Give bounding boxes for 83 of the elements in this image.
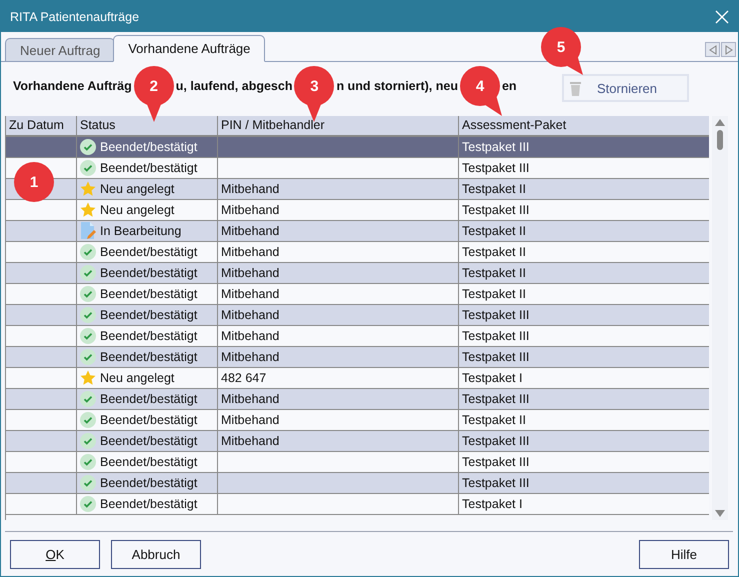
- column-header[interactable]: Zu Datum: [6, 116, 77, 137]
- status-text: Beendet/bestätigt: [100, 412, 198, 429]
- description-text: Vorhandene Aufträg: [13, 79, 132, 93]
- table-cell: Testpaket II: [459, 179, 709, 200]
- table-cell: Mitbehand: [218, 410, 459, 431]
- check-icon: [80, 391, 96, 407]
- dialog-button[interactable]: OK: [10, 540, 100, 568]
- help-button[interactable]: Hilfe: [639, 540, 729, 568]
- status-text: Beendet/bestätigt: [100, 139, 198, 156]
- dialog-button[interactable]: Abbruch: [111, 540, 201, 568]
- star-icon: [80, 181, 96, 197]
- status-text: Neu angelegt: [100, 181, 174, 198]
- column-header[interactable]: Assessment-Paket: [459, 116, 709, 137]
- scrollbar[interactable]: [712, 116, 728, 520]
- scroll-right-button[interactable]: [721, 42, 736, 57]
- description-text: u, laufend, abgesch: [176, 79, 292, 93]
- close-button[interactable]: [714, 8, 730, 24]
- table-cell: Testpaket II: [459, 221, 709, 242]
- scroll-left-button[interactable]: [705, 42, 720, 57]
- down-arrow-icon: [715, 510, 725, 517]
- tab[interactable]: Vorhandene Aufträge: [113, 35, 266, 62]
- table-cell: Testpaket III: [459, 389, 709, 410]
- check-icon: [80, 139, 96, 155]
- description-text: en: [502, 79, 517, 93]
- star-icon: [80, 370, 96, 386]
- star-icon: [80, 202, 96, 218]
- table-cell: Mitbehand: [218, 389, 459, 410]
- status-text: Beendet/bestätigt: [100, 349, 198, 366]
- table-cell: Mitbehand: [218, 200, 459, 221]
- table-cell: Mitbehand: [218, 242, 459, 263]
- status-text: Beendet/bestätigt: [100, 307, 198, 324]
- status-text: Beendet/bestätigt: [100, 160, 198, 177]
- check-icon: [80, 328, 96, 344]
- check-icon: [80, 265, 96, 281]
- up-arrow-icon: [715, 119, 725, 126]
- status-text: Beendet/bestätigt: [100, 328, 198, 345]
- right-arrow-icon: [724, 44, 732, 54]
- status-text: Beendet/bestätigt: [100, 496, 198, 513]
- status-text: In Bearbeitung: [100, 223, 182, 240]
- table-cell: Mitbehand: [218, 263, 459, 284]
- trash-icon: [570, 80, 581, 96]
- status-text: Neu angelegt: [100, 202, 174, 219]
- left-arrow-icon: [708, 44, 716, 54]
- description-text: n und storniert), neu: [336, 79, 458, 93]
- table-cell: Testpaket III: [459, 305, 709, 326]
- check-icon: [80, 496, 96, 512]
- check-icon: [80, 307, 96, 323]
- status-text: Beendet/bestätigt: [100, 433, 198, 450]
- status-text: Beendet/bestätigt: [100, 454, 198, 471]
- check-icon: [80, 244, 96, 260]
- table-cell: Testpaket III: [459, 137, 709, 158]
- status-text: Beendet/bestätigt: [100, 286, 198, 303]
- table-cell: 482 647: [218, 368, 459, 389]
- table-cell: Testpaket III: [459, 431, 709, 452]
- table-cell: Mitbehand: [218, 326, 459, 347]
- table-cell: Mitbehand: [218, 284, 459, 305]
- status-text: Beendet/bestätigt: [100, 391, 198, 408]
- window-title: RITA Patientenaufträge: [10, 10, 140, 24]
- table-cell: Testpaket III: [459, 473, 709, 494]
- check-icon: [80, 454, 96, 470]
- check-icon: [80, 286, 96, 302]
- check-icon: [80, 475, 96, 491]
- column-header[interactable]: PIN / Mitbehandler: [218, 116, 459, 137]
- status-text: Neu angelegt: [100, 370, 174, 387]
- table-cell: Testpaket III: [459, 347, 709, 368]
- table-cell: Mitbehand: [218, 221, 459, 242]
- check-icon: [80, 412, 96, 428]
- check-icon: [80, 349, 96, 365]
- table-cell: Mitbehand: [218, 347, 459, 368]
- scrollbar-thumb[interactable]: [717, 130, 723, 150]
- table-cell: Testpaket II: [459, 263, 709, 284]
- document-edit-icon: [80, 222, 96, 240]
- status-text: Beendet/bestätigt: [100, 265, 198, 282]
- check-icon: [80, 433, 96, 449]
- tab[interactable]: Neuer Auftrag: [5, 38, 116, 61]
- table-cell: Mitbehand: [218, 179, 459, 200]
- status-text: Beendet/bestätigt: [100, 244, 198, 261]
- column-header[interactable]: Status: [77, 116, 218, 137]
- status-text: Beendet/bestätigt: [100, 475, 198, 492]
- check-icon: [80, 160, 96, 176]
- table-cell: Mitbehand: [218, 305, 459, 326]
- callout-marker: 1: [14, 162, 54, 202]
- table-cell: Mitbehand: [218, 431, 459, 452]
